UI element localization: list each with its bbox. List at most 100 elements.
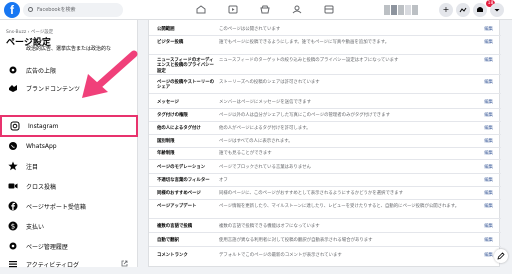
setting-row: ニュースフィードのオーディエンスと投稿のプライバシー設定 ニュースフィードのター… xyxy=(149,58,501,75)
edit-link[interactable]: 編集 xyxy=(484,151,493,156)
edit-link[interactable]: 編集 xyxy=(484,139,493,144)
sidebar-item-whatsapp[interactable]: WhatsApp xyxy=(0,136,138,156)
setting-name: タグ付けの権限 xyxy=(157,113,188,118)
setting-name: ビジター投稿 xyxy=(157,40,184,45)
watch-icon[interactable] xyxy=(228,5,238,14)
setting-row: 年齢制限 誰でも見ることができます 編集 xyxy=(149,151,501,160)
notifications-icon[interactable] xyxy=(473,3,487,17)
marketplace-icon[interactable] xyxy=(260,5,270,14)
setting-value: ページ情報を更新したり、マイルストーンに達したり、レビューを受けたりすると、自動… xyxy=(219,204,460,209)
setting-value: ニュースフィードのターゲットの絞り込みと投稿のプライバシー設定はオフになっていま… xyxy=(219,58,399,63)
settings-sidebar: Sns-Buzz › ページ設定 ページ設定 政治的広告、選挙広告または政治的な… xyxy=(0,20,138,269)
account-menu-icon[interactable] xyxy=(490,3,504,17)
page-settings-panel: 公開範囲 このページは公開されています 編集 ビジター投稿 誰でもページに投稿で… xyxy=(148,20,501,267)
setting-value: ページでブロックされている言葉はありません xyxy=(219,165,311,170)
external-link-icon xyxy=(121,260,128,267)
edit-link[interactable]: 編集 xyxy=(484,191,493,196)
setting-name: 他の人によるタグ付け xyxy=(157,126,201,131)
setting-value: ストーリーズへの投稿のシェアは許可されています xyxy=(219,80,320,85)
sidebar-item-label: Instagram xyxy=(28,122,59,130)
setting-name: メッセージ xyxy=(157,100,179,105)
setting-value: 誰でもページに投稿できるようにします。誰でもページに写真や動画を追加できます。 xyxy=(219,40,390,45)
setting-name: 国別制限 xyxy=(157,139,175,144)
sidebar-item-label: ページサポート受信箱 xyxy=(26,203,86,211)
setting-value: ページ以外の人は自分がシェアした写真にこのページの管理者のみがタグ付けできます xyxy=(219,113,390,118)
setting-value: 使用言語が異なる利用者に対して投稿の翻訳が自動表示される場合があります xyxy=(219,238,373,243)
edit-link[interactable]: 編集 xyxy=(484,40,493,45)
edit-link[interactable]: 編集 xyxy=(484,27,493,32)
setting-value: メンバーはページにメッセージを送信できます xyxy=(219,100,312,105)
setting-row: ページアップデート ページ情報を更新したり、マイルストーンに達したり、レビューを… xyxy=(149,204,501,219)
sidebar-item-label: クロス投稿 xyxy=(26,183,57,191)
setting-row: ページの投稿やストーリーのシェア ストーリーズへの投稿のシェアは許可されています… xyxy=(149,80,501,94)
sidebar-item-ad-limits[interactable]: 広告の上限 xyxy=(0,60,138,80)
setting-row: 不適切な言葉のフィルター オフ 編集 xyxy=(149,178,501,187)
setting-row: ページのモデレーション ページでブロックされている言葉はありません 編集 xyxy=(149,165,501,174)
facebook-circle-icon xyxy=(8,201,18,211)
setting-row: 他の人によるタグ付け 他の人がページによるタグ付けを許可します。 編集 xyxy=(149,126,501,135)
gear-icon xyxy=(8,241,18,251)
edit-link[interactable]: 編集 xyxy=(484,178,493,183)
edit-link[interactable]: 編集 xyxy=(484,126,493,131)
sidebar-item-instagram[interactable]: Instagram xyxy=(0,115,138,137)
new-message-button[interactable] xyxy=(494,249,508,263)
groups-icon[interactable] xyxy=(292,5,302,14)
sidebar-item-management-history[interactable]: ページ管理履歴 xyxy=(0,236,138,256)
sidebar-item-label: ページ管理履歴 xyxy=(26,243,68,251)
search-input[interactable]: Facebookを検索 xyxy=(23,3,123,17)
setting-name: ページのモデレーション xyxy=(157,165,206,170)
edit-link[interactable]: 編集 xyxy=(484,224,493,229)
list-icon xyxy=(8,259,18,269)
messenger-icon[interactable] xyxy=(456,3,470,17)
setting-row: 複数の言語で投稿 複数の言語で投稿できる機能はオフになっています 編集 xyxy=(149,224,501,233)
sidebar-item-featured[interactable]: 注目 xyxy=(0,156,138,176)
home-icon[interactable] xyxy=(196,5,206,14)
setting-name: 不適切な言葉のフィルター xyxy=(157,178,210,183)
sidebar-item-label: アクティビティログ xyxy=(26,261,79,269)
sidebar-item-branded-content[interactable]: ブランドコンテンツ xyxy=(0,78,138,98)
edit-link[interactable]: 編集 xyxy=(484,113,493,118)
profile-shortcut[interactable] xyxy=(384,5,418,15)
top-navigation-bar: f Facebookを検索 + 18 xyxy=(0,0,512,20)
sidebar-item-support-inbox[interactable]: ページサポート受信箱 xyxy=(0,196,138,216)
edit-link[interactable]: 編集 xyxy=(484,165,493,170)
setting-value: デフォルトでこのページの最新のコメントが表示されています xyxy=(219,253,342,258)
setting-value: 他の人がページによるタグ付けを許可します。 xyxy=(219,126,311,131)
gaming-icon[interactable] xyxy=(324,5,334,14)
setting-name: ページの投稿やストーリーのシェア xyxy=(157,80,214,91)
whatsapp-icon xyxy=(8,141,18,151)
compose-icon xyxy=(497,252,505,260)
edit-link[interactable]: 編集 xyxy=(484,80,493,85)
setting-row: 国別制限 ページはすべての人に表示されます。 編集 xyxy=(149,139,501,148)
setting-row: 公開範囲 このページは公開されています 編集 xyxy=(149,27,501,36)
facebook-logo[interactable]: f xyxy=(4,2,20,18)
edit-link[interactable]: 編集 xyxy=(484,238,493,243)
dollar-icon: $ xyxy=(8,221,18,231)
sidebar-item-political-ads[interactable]: 政治的広告、選挙広告または政治的な xyxy=(26,45,111,52)
setting-row: メッセージ メンバーはページにメッセージを送信できます 編集 xyxy=(149,100,501,109)
setting-name: ニュースフィードのオーディエンスと投稿のプライバシー設定 xyxy=(157,58,214,74)
sidebar-item-label: WhatsApp xyxy=(26,142,57,150)
edit-link[interactable]: 編集 xyxy=(484,100,493,105)
edit-link[interactable]: 編集 xyxy=(484,253,493,258)
sidebar-item-crossposting[interactable]: クロス投稿 xyxy=(0,176,138,196)
setting-value: 複数の言語で投稿できる機能はオフになっています xyxy=(219,224,320,229)
setting-name: 複数の言語で投稿 xyxy=(157,224,193,229)
setting-value: 誰でも見ることができます xyxy=(219,151,272,156)
setting-row: ビジター投稿 誰でもページに投稿できるようにします。誰でもページに写真や動画を追… xyxy=(149,40,501,55)
setting-row: 同様のおすすめページ 同様のページに、このページがおすすめとして表示されるように… xyxy=(149,191,501,200)
sidebar-item-activity-log[interactable]: アクティビティログ xyxy=(0,254,138,274)
sidebar-item-payments[interactable]: $ 支払い xyxy=(0,216,138,236)
setting-row: タグ付けの権限 ページ以外の人は自分がシェアした写真にこのページの管理者のみがタ… xyxy=(149,113,501,122)
gear-icon xyxy=(8,65,18,75)
create-icon[interactable]: + xyxy=(439,3,453,17)
sidebar-item-label: ブランドコンテンツ xyxy=(26,85,81,93)
handshake-icon xyxy=(8,83,18,93)
search-placeholder: Facebookを検索 xyxy=(37,7,76,13)
edit-link[interactable]: 編集 xyxy=(484,204,493,209)
sidebar-item-label: 注目 xyxy=(26,163,39,171)
edit-link[interactable]: 編集 xyxy=(484,58,493,63)
setting-value: オフ xyxy=(219,178,228,183)
setting-value: このページは公開されています xyxy=(219,27,281,32)
setting-name: ページアップデート xyxy=(157,204,197,209)
